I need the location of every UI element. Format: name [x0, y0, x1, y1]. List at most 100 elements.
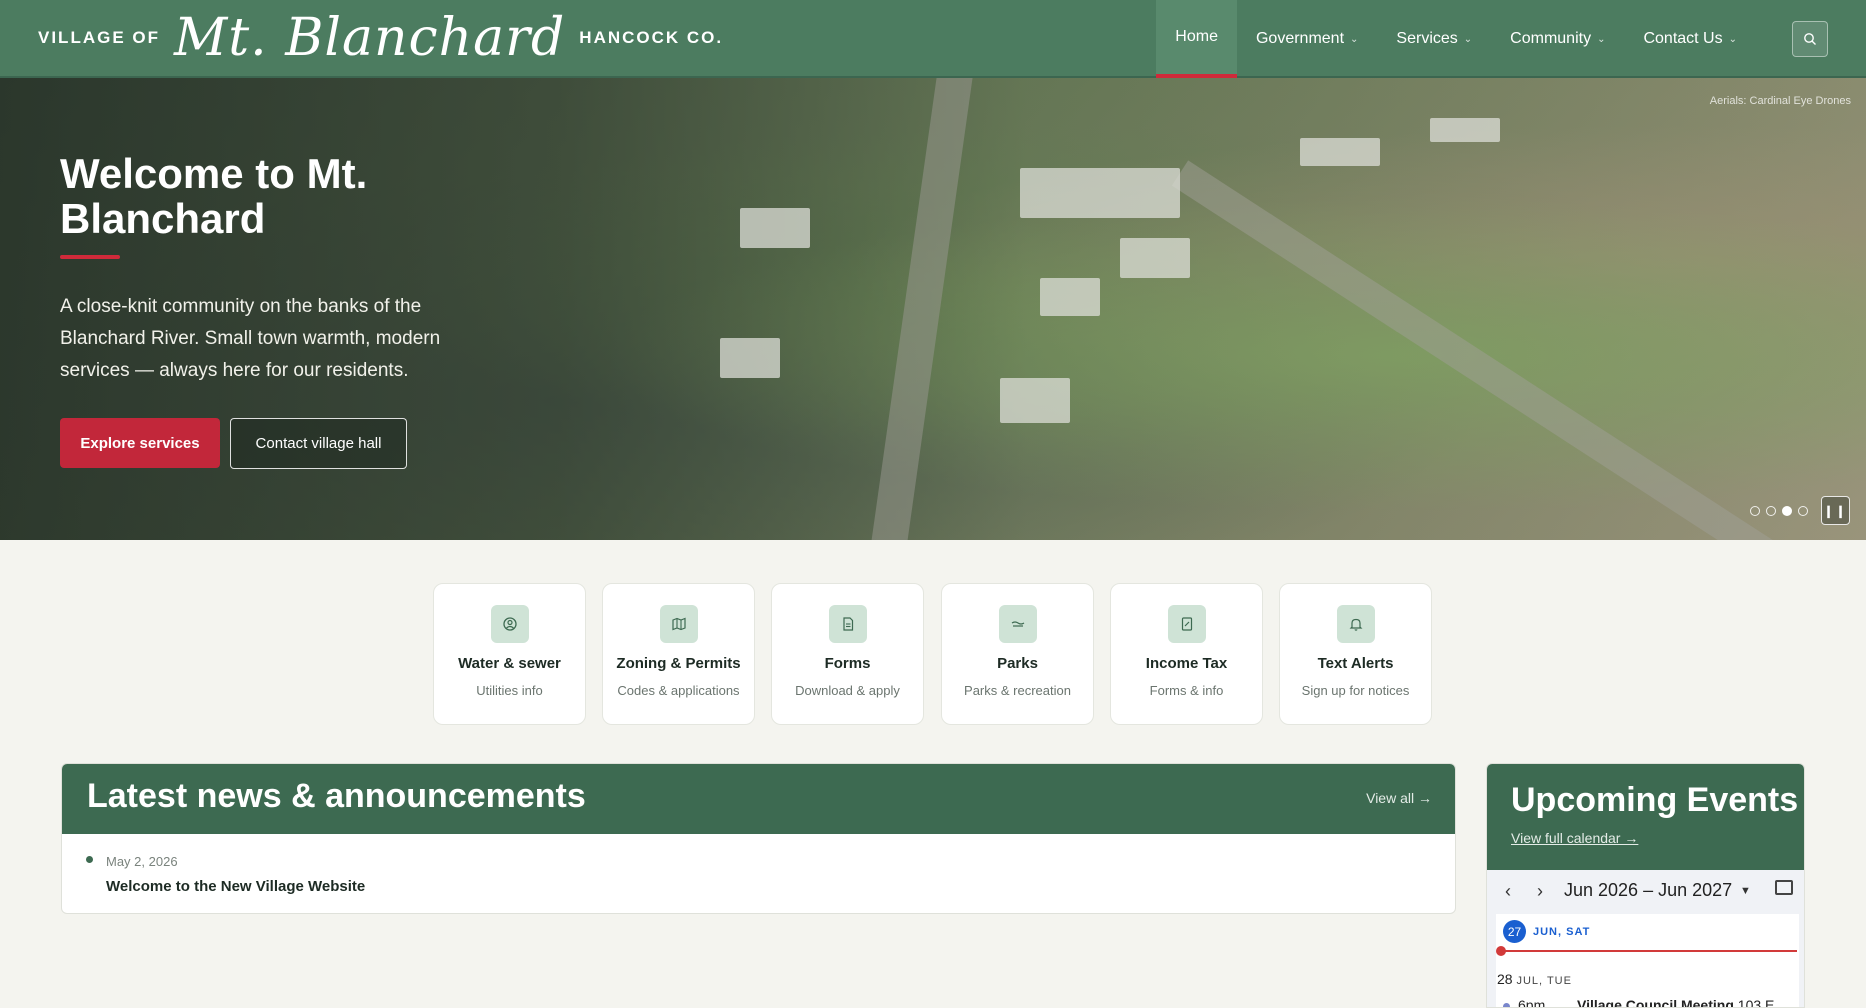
news-header: Latest news & announcements View all → — [62, 764, 1455, 834]
event-color-dot — [1503, 1003, 1510, 1007]
hero-accent-rule — [60, 255, 120, 259]
quick-link-title: Parks — [997, 655, 1038, 672]
calendar-range[interactable]: Jun 2026 – Jun 2027 — [1564, 880, 1732, 901]
nav-item-label: Community — [1510, 30, 1592, 47]
chevron-down-icon: ⌄ — [1463, 33, 1473, 45]
chevron-down-icon: ⌄ — [1597, 33, 1606, 45]
hero-banner: Welcome to Mt. Blanchard A close-knit co… — [0, 78, 1866, 540]
brand-prefix: VILLAGE OF — [38, 28, 160, 47]
quick-link-subtitle: Utilities info — [476, 683, 543, 698]
slide-dot[interactable] — [1766, 506, 1776, 516]
brand-name: Mt. Blanchard — [174, 8, 566, 68]
search-button[interactable] — [1792, 21, 1828, 57]
nav-item-label: Services — [1396, 30, 1458, 47]
chevron-down-icon: ⌄ — [1350, 33, 1359, 45]
bell-icon — [1337, 605, 1375, 643]
hero-photo-building — [720, 338, 780, 378]
search-icon — [1804, 33, 1816, 45]
agenda-day: 28 JUL, TUE — [1497, 971, 1572, 987]
brand-suffix: HANCOCK CO. — [579, 28, 724, 47]
hero-photo-building — [1020, 168, 1180, 218]
pause-icon: ❙❙ — [1823, 503, 1848, 518]
current-time-line — [1500, 950, 1797, 952]
nav-item-government[interactable]: Government ⌄ — [1237, 0, 1377, 78]
chevron-left-icon[interactable]: ‹ — [1505, 881, 1511, 902]
event-title: Village Council Meeting — [1577, 997, 1734, 1008]
nav-item-contact[interactable]: Contact Us ⌄ — [1624, 0, 1756, 78]
tax-icon — [1168, 605, 1206, 643]
quick-link-income-tax[interactable]: Income Tax Forms & info — [1110, 583, 1263, 725]
event-entry[interactable]: Village Council Meeting 103 E ... — [1577, 997, 1797, 1008]
quick-link-subtitle: Sign up for notices — [1301, 683, 1410, 698]
quick-link-zoning-permits[interactable]: Zoning & Permits Codes & applications — [602, 583, 755, 725]
slide-dot[interactable] — [1750, 506, 1760, 516]
slide-indicators — [1750, 506, 1808, 516]
quick-link-parks[interactable]: Parks Parks & recreation — [941, 583, 1094, 725]
news-title: Latest news & announcements — [87, 777, 586, 815]
quick-link-subtitle: Parks & recreation — [964, 683, 1071, 698]
chevron-right-icon[interactable]: › — [1537, 881, 1543, 902]
quick-link-title: Water & sewer — [458, 655, 561, 672]
hero-photo-road — [863, 78, 973, 540]
calendar-agenda: 27 JUN, SAT 28 JUL, TUE 6pm Village Coun… — [1496, 914, 1799, 1008]
nav-item-home[interactable]: Home — [1156, 0, 1237, 78]
today-date-badge[interactable]: 27 — [1503, 920, 1526, 943]
photo-credit: Aerials: Cardinal Eye Drones — [1709, 95, 1851, 107]
events-title: Upcoming Events — [1511, 781, 1799, 819]
quick-link-subtitle: Forms & info — [1149, 683, 1224, 698]
quick-link-subtitle: Codes & applications — [617, 683, 740, 698]
calendar-toolbar: ‹ › Jun 2026 – Jun 2027 ▼ — [1487, 870, 1804, 914]
hero-title: Welcome to Mt. Blanchard — [60, 150, 368, 242]
quick-link-text-alerts[interactable]: Text Alerts Sign up for notices — [1279, 583, 1432, 725]
nav-item-label: Contact Us — [1643, 30, 1723, 47]
hero-photo-building — [740, 208, 810, 248]
pause-slideshow-button[interactable]: ❙❙ — [1821, 496, 1850, 525]
water-icon — [491, 605, 529, 643]
quick-link-water-sewer[interactable]: Water & sewer Utilities info — [433, 583, 586, 725]
quick-link-subtitle: Download & apply — [795, 683, 900, 698]
document-icon — [829, 605, 867, 643]
slide-dot[interactable] — [1798, 506, 1808, 516]
events-panel: Upcoming Events View full calendar → ‹ ›… — [1486, 763, 1805, 1008]
chevron-down-icon: ⌄ — [1728, 33, 1737, 45]
embedded-calendar: ‹ › Jun 2026 – Jun 2027 ▼ 27 JUN, SAT 28… — [1487, 870, 1804, 1008]
quick-link-title: Income Tax — [1145, 655, 1228, 672]
quick-link-forms[interactable]: Forms Download & apply — [771, 583, 924, 725]
main-nav: Home Government ⌄ Services ⌄ Community ⌄… — [1156, 0, 1756, 78]
event-location: 103 E ... — [1737, 997, 1790, 1008]
full-calendar-link[interactable]: View full calendar → — [1511, 830, 1638, 846]
caret-down-icon[interactable]: ▼ — [1740, 885, 1751, 897]
hero-description: A close-knit community on the banks of t… — [60, 296, 441, 381]
map-icon — [660, 605, 698, 643]
quick-link-title: Zoning & Permits — [616, 655, 741, 672]
today-label: JUN, SAT — [1533, 926, 1591, 938]
news-view-all-link[interactable]: View all → — [1366, 790, 1432, 806]
hero-photo-road — [1171, 160, 1793, 540]
explore-services-button[interactable]: Explore services — [60, 418, 220, 468]
feedback-icon[interactable] — [1775, 880, 1793, 895]
site-header: VILLAGE OF Mt. Blanchard HANCOCK CO. Hom… — [0, 0, 1866, 78]
quick-link-title: Forms — [824, 655, 871, 672]
nav-item-label: Home — [1175, 28, 1218, 45]
hero-photo-building — [1120, 238, 1190, 278]
contact-village-hall-button[interactable]: Contact village hall — [230, 418, 407, 469]
news-item-link[interactable]: Welcome to the New Village Website — [106, 878, 365, 895]
hero-photo-building — [1430, 118, 1500, 142]
nav-item-community[interactable]: Community ⌄ — [1491, 0, 1624, 78]
nav-item-label: Government — [1255, 30, 1345, 47]
brand-logo[interactable]: VILLAGE OF Mt. Blanchard HANCOCK CO. — [38, 0, 723, 76]
agenda-day-number: 28 — [1497, 971, 1513, 987]
hero-photo-building — [1000, 378, 1070, 423]
nav-item-services[interactable]: Services ⌄ — [1377, 0, 1491, 78]
slide-dot-active[interactable] — [1782, 506, 1792, 516]
news-panel: Latest news & announcements View all → M… — [61, 763, 1456, 914]
news-item-date: May 2, 2026 — [106, 854, 178, 869]
event-time: 6pm — [1518, 997, 1546, 1008]
events-header: Upcoming Events View full calendar → — [1487, 764, 1804, 870]
news-bullet — [86, 856, 93, 863]
current-time-dot — [1496, 946, 1506, 956]
hero-photo-building — [1040, 278, 1100, 316]
parks-icon — [999, 605, 1037, 643]
hero-photo-building — [1300, 138, 1380, 166]
agenda-day-label: JUL, TUE — [1516, 975, 1572, 987]
